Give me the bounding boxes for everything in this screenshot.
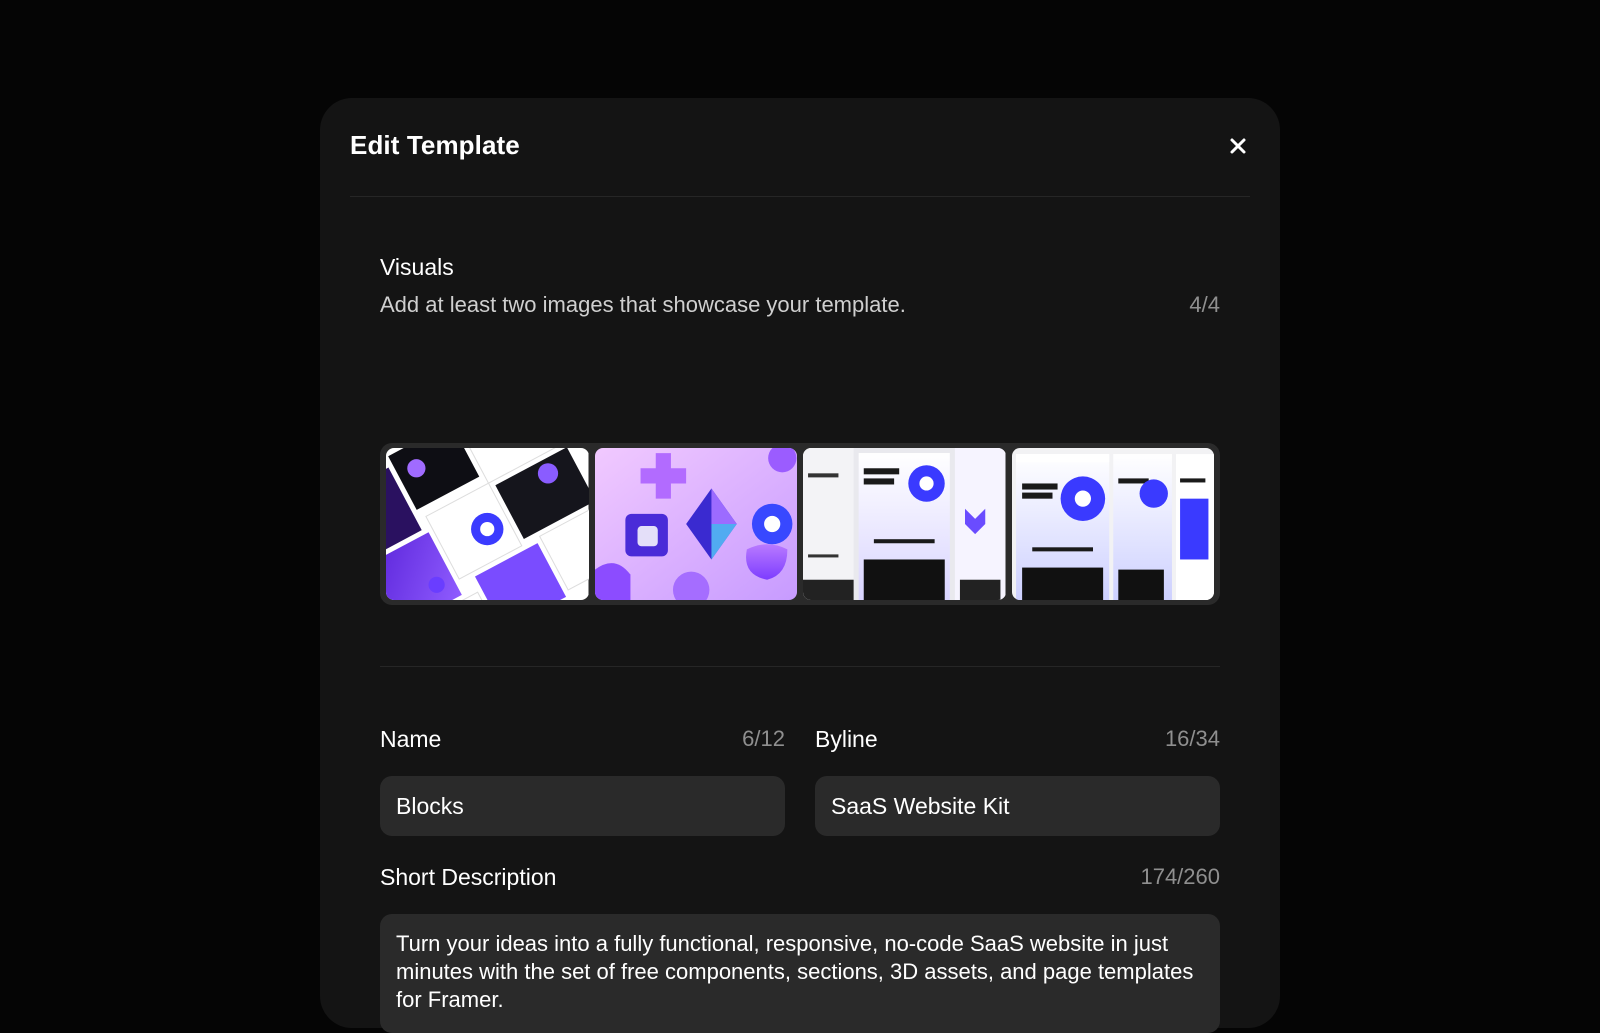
thumbnail-strip xyxy=(380,443,1220,605)
edit-template-modal: Edit Template Visuals Add at least two i… xyxy=(320,98,1280,1033)
visuals-description: Add at least two images that showcase yo… xyxy=(380,292,906,317)
close-button[interactable] xyxy=(1226,134,1250,158)
byline-label: Byline xyxy=(815,726,878,752)
section-divider xyxy=(380,666,1220,667)
thumbnail-landing-pages[interactable] xyxy=(1011,448,1214,600)
visuals-counter: 4/4 xyxy=(1189,292,1220,317)
short-description-textarea[interactable]: Turn your ideas into a fully functional,… xyxy=(380,914,1220,1033)
modal-title: Edit Template xyxy=(350,130,520,160)
close-icon xyxy=(1230,138,1246,154)
thumbnail-collage[interactable] xyxy=(386,448,589,600)
byline-counter: 16/34 xyxy=(1164,726,1220,751)
name-counter: 6/12 xyxy=(742,726,785,751)
name-input[interactable]: Blocks xyxy=(380,776,785,836)
thumbnail-website-pages[interactable] xyxy=(803,448,1006,600)
short-description-counter: 174/260 xyxy=(1140,864,1220,889)
short-description-label: Short Description xyxy=(380,864,557,890)
name-label: Name xyxy=(380,726,442,752)
modal-header: Edit Template xyxy=(350,98,1250,197)
byline-input[interactable]: SaaS Website Kit xyxy=(815,776,1220,836)
visuals-label: Visuals xyxy=(380,254,454,280)
thumbnail-3d-shapes[interactable] xyxy=(594,448,797,600)
